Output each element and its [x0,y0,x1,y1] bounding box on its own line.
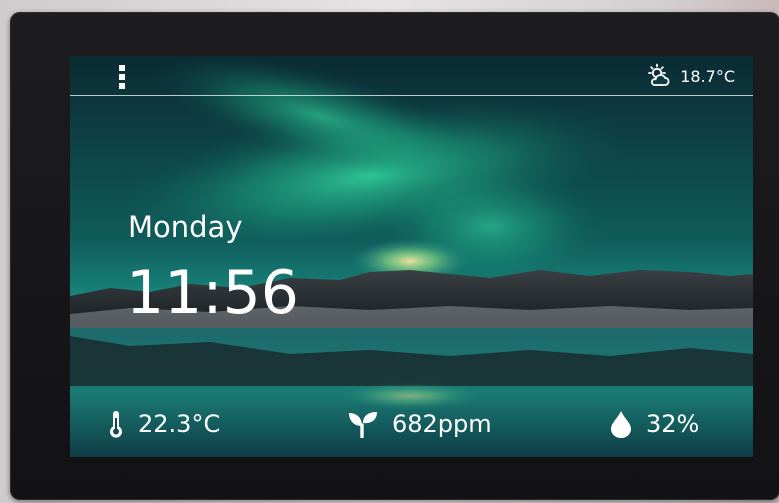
indoor-temperature-value: 22.3°C [138,410,221,438]
indoor-temperature: 22.3°C [108,406,220,442]
partly-cloudy-icon [648,63,670,86]
day-of-week: Monday [128,210,243,244]
co2-level-value: 682ppm [392,410,492,438]
outdoor-temperature: 18.7°C [680,66,735,86]
thermometer-icon [110,411,122,438]
clock-time: 11:56 [126,258,299,328]
header-divider [70,95,753,96]
menu-icon-dot [119,83,125,89]
sprout-icon [349,412,377,438]
menu-button[interactable] [114,64,130,90]
outdoor-weather: 18.7°C [646,62,735,90]
display-screen: 18.7°C Monday 11:56 22.3°C 682ppm 32% [70,56,753,457]
water-drop-icon [611,411,631,438]
aurora-wallpaper [70,56,753,457]
co2-level: 682ppm [348,406,492,442]
menu-icon [119,65,125,71]
humidity-level: 32% [610,406,699,442]
humidity-level-value: 32% [646,410,700,438]
menu-icon-dot [119,74,125,80]
